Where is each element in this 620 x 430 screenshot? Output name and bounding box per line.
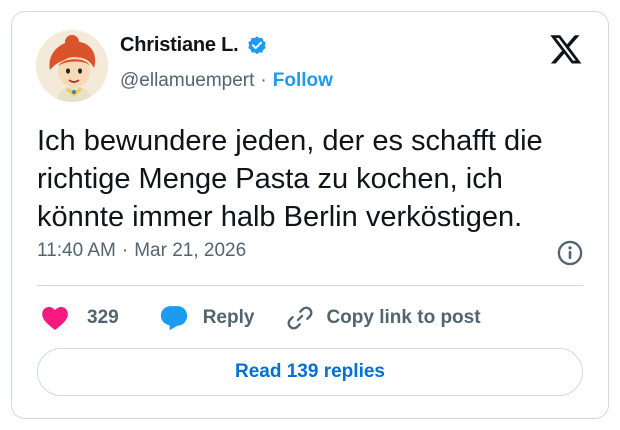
post-timestamp[interactable]: 11:40 AM · Mar 21, 2026 [37,240,246,262]
verified-badge-icon [247,35,266,54]
post-time[interactable]: 11:40 AM [37,240,116,262]
post-actions: 329 Reply Copy link to post [37,302,481,334]
timestamp-separator: · [121,240,129,261]
follow-button[interactable]: Follow [273,70,333,92]
author-handle-row: @ellamuempert · Follow [120,70,333,92]
separator-dot: · [260,70,267,91]
link-icon [288,306,313,330]
author-display-name[interactable]: Christiane L. [120,34,239,57]
heart-icon [42,307,68,331]
avatar[interactable] [36,30,108,102]
divider [37,285,583,286]
like-button[interactable]: 329 [41,305,119,331]
read-replies-button[interactable]: Read 139 replies [37,348,583,396]
avatar-illustration [36,30,108,102]
x-logo-icon[interactable] [548,32,584,66]
post-text: Ich bewundere jeden, der es schafft die … [37,125,543,233]
like-count: 329 [87,307,119,328]
post-date[interactable]: Mar 21, 2026 [134,240,246,262]
copy-link-label: Copy link to post [326,307,481,328]
embedded-post-card: Christiane L. @ellamuempert · Follow Ich… [11,11,609,419]
speech-bubble-icon [160,306,187,331]
reply-button[interactable]: Reply [159,304,255,332]
author-handle[interactable]: @ellamuempert [120,70,254,92]
copy-link-button[interactable]: Copy link to post [286,304,481,332]
info-icon[interactable] [556,239,584,267]
reply-label: Reply [202,307,255,328]
author-name-row: Christiane L. [120,34,268,57]
